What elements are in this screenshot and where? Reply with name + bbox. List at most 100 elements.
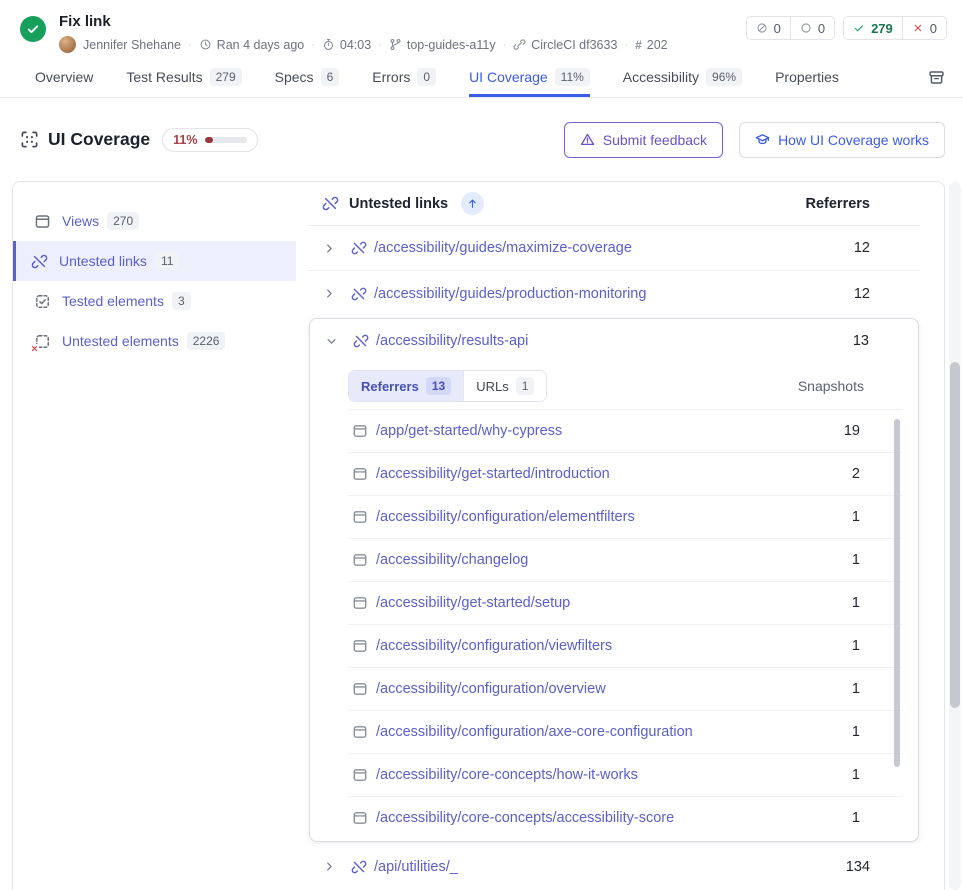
link-path[interactable]: /accessibility/results-api bbox=[376, 333, 528, 349]
how-ui-coverage-works-button[interactable]: How UI Coverage works bbox=[739, 122, 945, 158]
pending-icon bbox=[800, 22, 812, 34]
run-result-counters: 0 0 279 0 bbox=[746, 16, 947, 57]
untested-link-icon bbox=[353, 333, 369, 349]
archive-icon bbox=[928, 69, 945, 86]
meta-separator: · bbox=[188, 39, 192, 51]
views-icon bbox=[34, 213, 51, 230]
referrer-row[interactable]: /accessibility/core-concepts/how-it-work… bbox=[348, 753, 902, 796]
tab-accessibility[interactable]: Accessibility96% bbox=[623, 57, 742, 97]
warning-triangle-icon bbox=[580, 132, 595, 147]
link-row[interactable]: /api/utilities/_ 134 bbox=[308, 844, 920, 889]
referrer-path[interactable]: /accessibility/changelog bbox=[376, 552, 528, 568]
collapse-chevron[interactable] bbox=[325, 335, 338, 348]
snapshot-count: 1 bbox=[852, 681, 860, 697]
referrer-path[interactable]: /accessibility/get-started/setup bbox=[376, 595, 570, 611]
link-path[interactable]: /accessibility/guides/maximize-coverage bbox=[374, 240, 632, 256]
coverage-percent-badge: 11% bbox=[162, 128, 258, 152]
coverage-card: Views 270 Untested links 11 Tested eleme… bbox=[12, 181, 945, 890]
sidebar-badge: 270 bbox=[107, 212, 139, 230]
sidebar-item-untested-links[interactable]: Untested links 11 bbox=[13, 241, 296, 281]
tab-test-results[interactable]: Test Results279 bbox=[126, 57, 241, 97]
referrer-path[interactable]: /accessibility/configuration/elementfilt… bbox=[376, 509, 635, 525]
referrer-path[interactable]: /app/get-started/why-cypress bbox=[376, 423, 562, 439]
page-scrollbar-track[interactable] bbox=[949, 182, 961, 890]
sidebar-badge: 3 bbox=[172, 292, 191, 310]
tab-badge: 11% bbox=[555, 68, 590, 86]
untested-link-icon bbox=[351, 240, 367, 256]
snapshot-count: 1 bbox=[852, 767, 860, 783]
link-row-expanded[interactable]: /accessibility/results-api 13 bbox=[310, 319, 918, 363]
expand-chevron[interactable] bbox=[323, 860, 336, 873]
referrer-row[interactable]: /accessibility/configuration/viewfilters… bbox=[348, 624, 902, 667]
page-icon bbox=[352, 466, 368, 482]
untested-link-icon bbox=[351, 859, 367, 875]
tab-errors[interactable]: Errors0 bbox=[372, 57, 436, 97]
referrer-row[interactable]: /accessibility/get-started/introduction … bbox=[348, 452, 902, 495]
tab-ui-coverage[interactable]: UI Coverage11% bbox=[469, 57, 590, 97]
referrer-path[interactable]: /accessibility/configuration/axe-core-co… bbox=[376, 724, 693, 740]
link-path[interactable]: /api/utilities/_ bbox=[374, 859, 458, 875]
clock-icon bbox=[199, 38, 212, 51]
arrow-up-icon bbox=[466, 197, 479, 210]
expand-chevron[interactable] bbox=[323, 287, 336, 300]
run-age: Ran 4 days ago bbox=[199, 38, 305, 52]
sidebar-item-untested-elements[interactable]: Untested elements 2226 bbox=[13, 321, 296, 361]
sidebar-item-tested-elements[interactable]: Tested elements 3 bbox=[13, 281, 296, 321]
passed-check-icon bbox=[853, 22, 865, 34]
untested-links-icon bbox=[31, 253, 48, 270]
referrer-row[interactable]: /accessibility/configuration/overview 1 bbox=[348, 667, 902, 710]
tab-badge: 6 bbox=[321, 68, 340, 86]
tab-properties[interactable]: Properties bbox=[775, 57, 839, 97]
link-path[interactable]: /accessibility/guides/production-monitor… bbox=[374, 286, 646, 302]
untested-elements-icon bbox=[34, 333, 51, 350]
link-row[interactable]: /accessibility/guides/maximize-coverage … bbox=[308, 226, 920, 271]
avatar bbox=[59, 36, 76, 53]
referrer-row[interactable]: /accessibility/changelog 1 bbox=[348, 538, 902, 581]
run-tabbar: Overview Test Results279 Specs6 Errors0 … bbox=[0, 57, 963, 98]
expanded-row-container: /accessibility/results-api 13 Referrers … bbox=[309, 318, 919, 842]
referrer-path[interactable]: /accessibility/core-concepts/accessibili… bbox=[376, 810, 674, 826]
sidebar-badge: 11 bbox=[155, 252, 179, 270]
link-row[interactable]: /accessibility/guides/production-monitor… bbox=[308, 271, 920, 316]
run-header: Fix link Jennifer Shehane · Ran 4 days a… bbox=[0, 0, 963, 57]
referrer-path[interactable]: /accessibility/get-started/introduction bbox=[376, 466, 610, 482]
sidebar-item-views[interactable]: Views 270 bbox=[13, 201, 296, 241]
referrers-tab[interactable]: Referrers 13 bbox=[349, 371, 463, 401]
referrer-row[interactable]: /accessibility/core-concepts/accessibili… bbox=[348, 796, 902, 839]
skipped-counter: 0 bbox=[747, 17, 790, 39]
referrer-row[interactable]: /accessibility/get-started/setup 1 bbox=[348, 581, 902, 624]
referrers-detail: Referrers 13 URLs 1 Snapshots /app/get-s… bbox=[348, 363, 902, 839]
submit-feedback-button[interactable]: Submit feedback bbox=[564, 122, 723, 158]
archive-icon-button[interactable] bbox=[928, 69, 945, 86]
referrer-path[interactable]: /accessibility/configuration/overview bbox=[376, 681, 606, 697]
sort-ascending-button[interactable] bbox=[461, 192, 484, 215]
snapshot-count: 1 bbox=[852, 810, 860, 826]
referrer-count: 12 bbox=[854, 286, 870, 302]
referrer-row[interactable]: /app/get-started/why-cypress 19 bbox=[348, 409, 902, 452]
run-title: Fix link bbox=[59, 13, 668, 30]
referrers-column-header: Referrers bbox=[806, 196, 871, 212]
run-ci-link[interactable]: CircleCI df3633 bbox=[513, 38, 617, 52]
snapshot-count: 2 bbox=[852, 466, 860, 482]
snapshots-column-header: Snapshots bbox=[798, 378, 864, 394]
skipped-icon bbox=[756, 22, 768, 34]
pending-counter: 0 bbox=[790, 17, 834, 39]
inner-scrollbar-thumb[interactable] bbox=[894, 419, 900, 767]
page-icon bbox=[352, 724, 368, 740]
page-icon bbox=[352, 767, 368, 783]
tab-badge: 0 bbox=[417, 68, 436, 86]
urls-tab[interactable]: URLs 1 bbox=[463, 371, 546, 401]
referrer-count: 134 bbox=[846, 859, 870, 875]
red-x-icon bbox=[30, 344, 39, 353]
referrer-path[interactable]: /accessibility/configuration/viewfilters bbox=[376, 638, 612, 654]
referrer-row[interactable]: /accessibility/configuration/axe-core-co… bbox=[348, 710, 902, 753]
page-scrollbar-thumb[interactable] bbox=[950, 362, 960, 708]
tested-elements-icon bbox=[34, 293, 51, 310]
snapshot-count: 1 bbox=[852, 509, 860, 525]
expand-chevron[interactable] bbox=[323, 242, 336, 255]
referrer-row[interactable]: /accessibility/configuration/elementfilt… bbox=[348, 495, 902, 538]
tab-overview[interactable]: Overview bbox=[35, 57, 93, 97]
referrer-path[interactable]: /accessibility/core-concepts/how-it-work… bbox=[376, 767, 638, 783]
tab-specs[interactable]: Specs6 bbox=[275, 57, 340, 97]
untested-links-panel: Untested links Referrers /accessibility/… bbox=[308, 182, 920, 890]
